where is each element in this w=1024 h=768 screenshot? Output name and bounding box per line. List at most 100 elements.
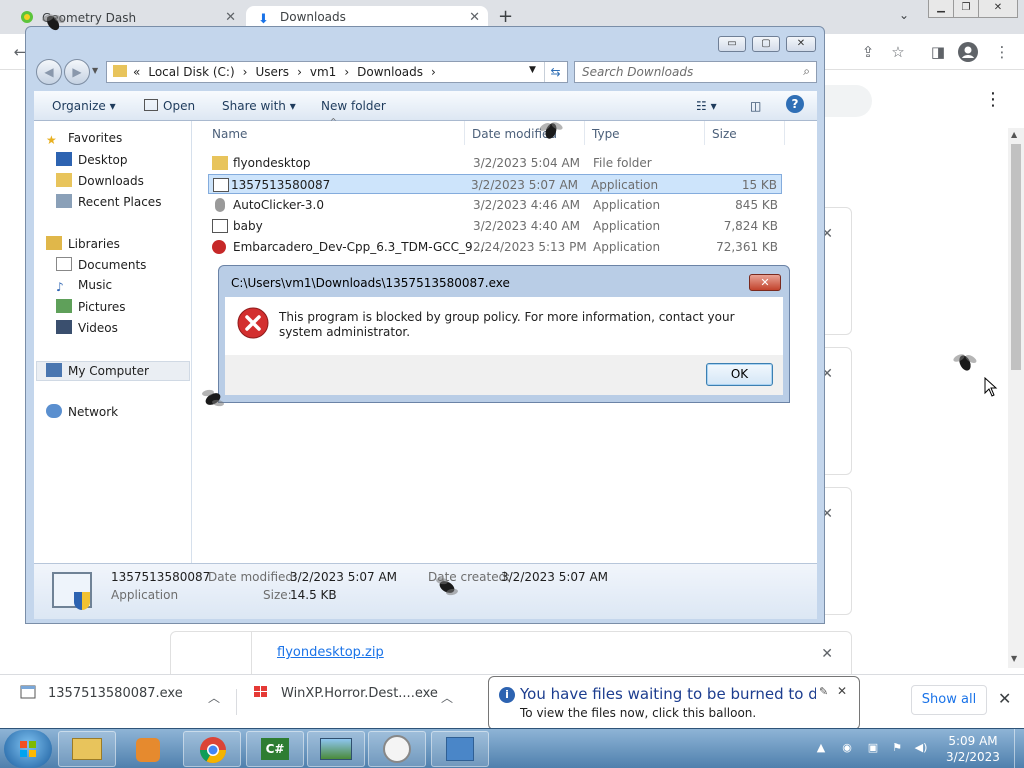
action-center-flag-icon[interactable]: ⚑ — [890, 741, 904, 755]
show-hidden-icons-icon[interactable]: ▲ — [814, 741, 828, 755]
recent-pages-chevron-icon[interactable]: ▼ — [92, 66, 98, 75]
open-label: Open — [163, 99, 196, 113]
address-dropdown-icon[interactable]: ▼ — [529, 65, 536, 75]
close-tab-icon[interactable]: ✕ — [225, 10, 236, 25]
chevron-up-icon[interactable]: ︿ — [208, 689, 220, 706]
file-row-selected[interactable]: 1357513580087 3/2/2023 5:07 AM Applicati… — [208, 174, 782, 194]
minimize-button[interactable]: ▭ — [718, 36, 746, 52]
nav-recent-places[interactable]: Recent Places — [56, 194, 161, 214]
file-type: File folder — [593, 156, 652, 170]
page-menu-kebab-icon[interactable]: ⋮ — [984, 89, 1002, 110]
minimize-button[interactable]: ▁ — [928, 0, 954, 18]
preview-pane-icon[interactable]: ◫ — [750, 99, 761, 113]
nav-my-computer[interactable]: My Computer — [36, 361, 190, 381]
detail-file-kind: Application — [111, 588, 179, 602]
dialog-close-button[interactable]: ✕ — [749, 274, 781, 291]
taskbar-image-viewer[interactable] — [307, 731, 365, 767]
remove-download-icon[interactable]: ✕ — [821, 646, 833, 662]
scrollbar-thumb[interactable] — [1011, 144, 1021, 370]
nav-music[interactable]: ♪ Music — [56, 278, 112, 298]
new-tab-button[interactable]: + — [498, 6, 513, 27]
taskbar-control-panel[interactable] — [431, 731, 489, 767]
balloon-title: You have files waiting to be burned to d… — [520, 685, 816, 703]
explorer-titlebar[interactable]: ▭ ▢ ✕ — [26, 27, 824, 57]
nav-desktop[interactable]: Desktop — [56, 152, 128, 172]
pictures-icon — [56, 299, 72, 313]
balloon-options-icon[interactable]: ✎ — [819, 685, 828, 698]
forward-button[interactable]: ▶ — [64, 59, 90, 85]
nav-videos[interactable]: Videos — [56, 320, 118, 340]
volume-icon[interactable]: ◀) — [914, 741, 928, 755]
menu-kebab-icon[interactable]: ⋮ — [992, 42, 1012, 62]
help-icon[interactable]: ? — [786, 95, 804, 113]
nav-network[interactable]: Network — [46, 404, 118, 424]
application-file-icon — [20, 685, 36, 699]
network-tray-icon[interactable]: ▣ — [866, 741, 880, 755]
taskbar-csharp-app[interactable]: C# — [246, 731, 304, 767]
notification-balloon[interactable]: i You have files waiting to be burned to… — [488, 676, 860, 730]
taskbar-explorer[interactable] — [58, 731, 116, 767]
back-button[interactable]: ◀ — [36, 59, 62, 85]
folder-icon — [72, 738, 102, 760]
taskbar-clock-app[interactable] — [368, 731, 426, 767]
file-row[interactable]: baby 3/2/2023 4:40 AM Application 7,824 … — [208, 216, 782, 236]
show-all-button[interactable]: Show all — [911, 685, 987, 715]
restore-button[interactable]: ❐ — [953, 0, 979, 18]
address-bar[interactable]: «Local Disk (C:) › Users › vm1 › Downloads › ▼ — [106, 61, 568, 83]
file-row[interactable]: Embarcadero_Dev-Cpp_6.3_TDM-GCC_9.... 2/… — [208, 237, 782, 257]
column-name[interactable]: Name — [212, 127, 247, 141]
taskbar-chrome[interactable] — [183, 731, 241, 767]
nav-downloads[interactable]: Downloads — [56, 173, 144, 193]
share-with-button[interactable]: Share with ▾ — [222, 99, 296, 113]
nav-favorites[interactable]: ★ Favorites — [46, 131, 122, 151]
bookmark-star-icon[interactable]: ☆ — [888, 42, 908, 62]
breadcrumb-overflow[interactable]: « — [133, 65, 140, 79]
burn-disc-icon[interactable]: ◉ — [840, 741, 854, 755]
libraries-icon — [46, 236, 62, 250]
new-folder-button[interactable]: New folder — [321, 99, 386, 113]
share-icon[interactable]: ⇪ — [858, 42, 878, 62]
side-panel-icon[interactable]: ◨ — [928, 42, 948, 62]
nav-pictures[interactable]: Pictures — [56, 299, 126, 319]
ok-button[interactable]: OK — [706, 363, 773, 386]
chevron-up-icon[interactable]: ︿ — [441, 689, 453, 706]
file-row[interactable]: AutoClicker-3.0 3/2/2023 4:46 AM Applica… — [208, 195, 782, 215]
breadcrumb-local-disk[interactable]: Local Disk (C:) — [148, 65, 234, 79]
maximize-button[interactable]: ▢ — [752, 36, 780, 52]
system-clock[interactable]: 5:09 AM 3/2/2023 — [935, 733, 1011, 765]
scroll-down-arrow-icon[interactable]: ▼ — [1011, 654, 1017, 663]
breadcrumb-users[interactable]: Users — [255, 65, 289, 79]
sort-arrow-icon: ^ — [330, 117, 337, 126]
tab-search-chevron-icon[interactable]: ⌄ — [899, 8, 909, 22]
search-input[interactable]: Search Downloads ⌕ — [574, 61, 817, 83]
close-shelf-icon[interactable]: ✕ — [998, 689, 1011, 708]
column-type[interactable]: Type — [592, 127, 620, 141]
column-size[interactable]: Size — [712, 127, 737, 141]
media-player-icon — [136, 738, 160, 762]
download-file-link[interactable]: flyondesktop.zip — [277, 645, 384, 660]
file-type: Application — [591, 178, 659, 192]
organize-button[interactable]: Organize ▾ — [52, 99, 116, 113]
start-button[interactable] — [4, 730, 52, 768]
shelf-item[interactable]: 1357513580087.exe ︿ — [20, 685, 220, 719]
balloon-close-icon[interactable]: ✕ — [837, 684, 847, 698]
nav-documents[interactable]: Documents — [56, 257, 146, 277]
breadcrumb-vm1[interactable]: vm1 — [310, 65, 336, 79]
file-name: Embarcadero_Dev-Cpp_6.3_TDM-GCC_9.... — [233, 240, 488, 254]
profile-avatar-icon[interactable] — [958, 42, 978, 62]
page-scrollbar[interactable]: ▲ ▼ — [1008, 128, 1024, 668]
taskbar-media-player[interactable] — [119, 731, 177, 767]
refresh-icon[interactable]: ⇆ — [544, 62, 566, 82]
breadcrumb-downloads[interactable]: Downloads — [357, 65, 423, 79]
file-row[interactable]: flyondesktop 3/2/2023 5:04 AM File folde… — [208, 153, 782, 173]
close-button[interactable]: ✕ — [978, 0, 1018, 18]
change-view-icon[interactable]: ☷ ▾ — [696, 99, 717, 113]
shelf-item[interactable]: WinXP.Horror.Dest....exe ︿ — [253, 685, 453, 719]
close-button[interactable]: ✕ — [786, 36, 816, 52]
show-desktop-button[interactable] — [1014, 729, 1024, 768]
close-tab-icon[interactable]: ✕ — [469, 10, 480, 25]
scroll-up-arrow-icon[interactable]: ▲ — [1011, 130, 1017, 139]
nav-libraries[interactable]: Libraries — [46, 236, 120, 256]
open-button[interactable]: Open — [144, 99, 195, 113]
file-name: 1357513580087 — [231, 178, 331, 192]
